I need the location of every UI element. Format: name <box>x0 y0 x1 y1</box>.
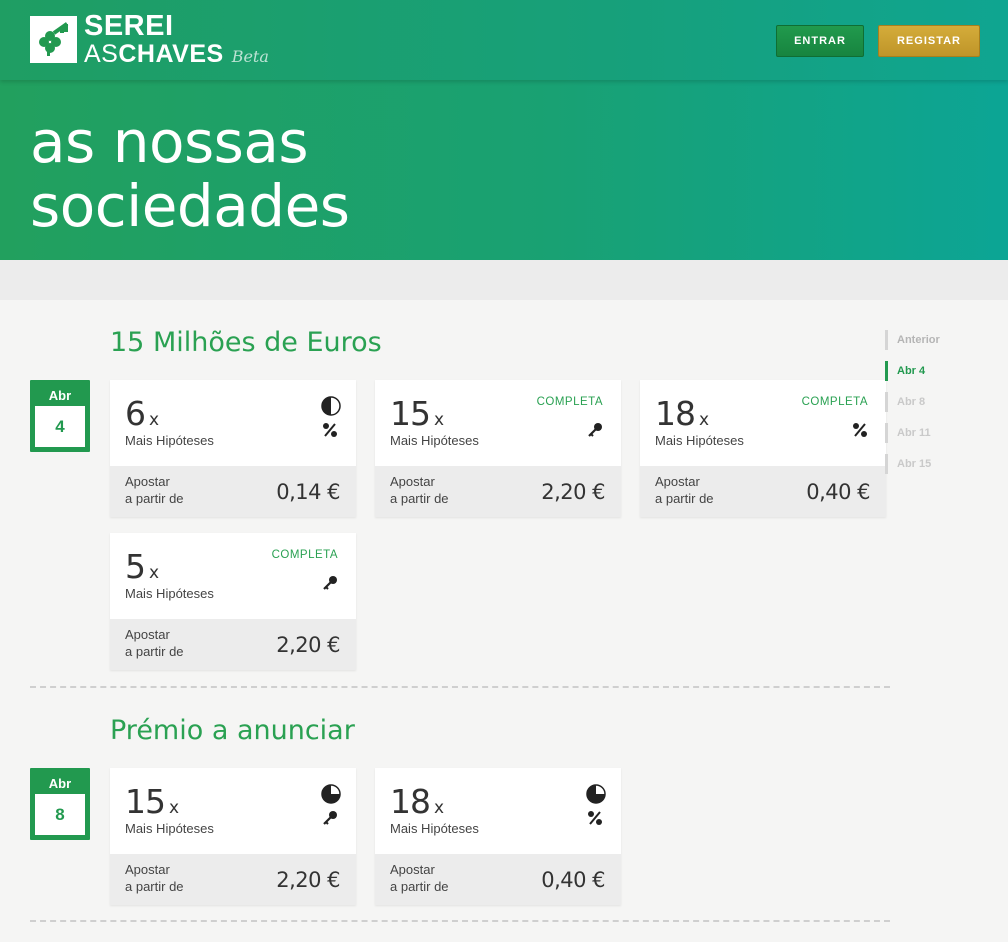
card-subtitle: Mais Hipóteses <box>390 433 479 448</box>
percent-icon <box>853 423 867 437</box>
price: 0,14 € <box>276 480 340 504</box>
section-title: Prémio a anunciar <box>110 715 355 746</box>
logo-line1: SEREI <box>84 10 174 42</box>
card-footer: Apostar a partir de 2,20 € <box>375 466 621 517</box>
half-pie-icon <box>321 396 341 416</box>
timeline-item-abr-15[interactable]: Abr 15 <box>885 454 975 474</box>
top-bar: SEREI ASCHAVES Beta ENTRAR REGISTAR <box>0 0 1008 80</box>
login-button[interactable]: ENTRAR <box>776 25 864 57</box>
logo-line2: ASCHAVES Beta <box>84 42 269 67</box>
status-badge: COMPLETA <box>271 549 338 561</box>
price: 2,20 € <box>276 633 340 657</box>
page-title: as nossas sociedades <box>30 108 350 240</box>
section-divider <box>30 920 890 922</box>
section-divider <box>30 686 890 688</box>
bet-from-label: Apostar a partir de <box>125 862 184 894</box>
card-footer: Apostar a partir de 0,14 € <box>110 466 356 517</box>
page-title-line1: as nossas <box>30 108 309 176</box>
hero-banner: as nossas sociedades <box>0 80 1008 260</box>
multiplier: 15 x <box>125 782 180 821</box>
bet-from-label: Apostar a partir de <box>655 474 714 506</box>
logo-beta: Beta <box>231 47 269 66</box>
card-footer: Apostar a partir de 0,40 € <box>375 854 621 905</box>
register-button[interactable]: REGISTAR <box>878 25 980 57</box>
multiplier: 18 x <box>655 394 710 433</box>
card-subtitle: Mais Hipóteses <box>125 821 214 836</box>
logo-as: AS <box>84 40 119 68</box>
three-quarter-pie-icon <box>586 784 606 804</box>
price: 0,40 € <box>541 868 605 892</box>
society-card[interactable]: 5x Mais Hipóteses COMPLETA Apostar a part… <box>110 533 356 670</box>
bet-from-label: Apostar a partir de <box>125 627 184 659</box>
timeline-item-abr-4[interactable]: Abr 4 <box>885 361 975 381</box>
card-subtitle: Mais Hipóteses <box>390 821 479 836</box>
society-card[interactable]: 18 x Mais Hipóteses COMPLETA Apostar a par… <box>640 380 886 517</box>
key-icon <box>323 576 337 590</box>
hero-strip <box>0 260 1008 300</box>
logo-chaves: CHAVES <box>118 40 224 68</box>
multiplier: 6x <box>125 394 160 433</box>
status-badge: COMPLETA <box>801 396 868 408</box>
date-badge: Abr 8 <box>30 768 90 840</box>
card-footer: Apostar a partir de 2,20 € <box>110 619 356 670</box>
multiplier: 15 x <box>390 394 445 433</box>
logo-wordmark[interactable]: SEREI ASCHAVES Beta <box>84 12 269 67</box>
date-day: 8 <box>35 794 85 835</box>
card-subtitle: Mais Hipóteses <box>655 433 744 448</box>
percent-icon <box>323 423 337 437</box>
bet-from-label: Apostar a partir de <box>390 862 449 894</box>
price: 0,40 € <box>806 480 870 504</box>
society-card[interactable]: 15 x Mais Hipóteses COMPLETA Apostar a par… <box>375 380 621 517</box>
date-badge: Abr 4 <box>30 380 90 452</box>
multiplier: 5x <box>125 547 160 586</box>
logo-clover-key-icon[interactable] <box>30 16 77 63</box>
date-day: 4 <box>35 406 85 447</box>
card-subtitle: Mais Hipóteses <box>125 586 214 601</box>
key-icon <box>588 423 602 437</box>
three-quarter-pie-icon <box>321 784 341 804</box>
date-month: Abr <box>48 776 72 791</box>
section-title: 15 Milhões de Euros <box>110 327 382 358</box>
date-month: Abr <box>48 388 72 403</box>
page-title-line2: sociedades <box>30 172 350 240</box>
timeline-item-abr-8[interactable]: Abr 8 <box>885 392 975 412</box>
bet-from-label: Apostar a partir de <box>125 474 184 506</box>
card-subtitle: Mais Hipóteses <box>125 433 214 448</box>
timeline-item-abr-11[interactable]: Abr 11 <box>885 423 975 443</box>
card-footer: Apostar a partir de 2,20 € <box>110 854 356 905</box>
percent-icon <box>588 811 602 825</box>
status-badge: COMPLETA <box>536 396 603 408</box>
society-card[interactable]: 15 x Mais Hipóteses Apostar a partir de 2,… <box>110 768 356 905</box>
multiplier: 18 x <box>390 782 445 821</box>
society-card[interactable]: 6x Mais Hipóteses Apostar a partir de 0,1… <box>110 380 356 517</box>
price: 2,20 € <box>276 868 340 892</box>
card-footer: Apostar a partir de 0,40 € <box>640 466 886 517</box>
society-card[interactable]: 18 x Mais Hipóteses Apostar a partir de 0,… <box>375 768 621 905</box>
key-icon <box>323 811 337 825</box>
price: 2,20 € <box>541 480 605 504</box>
bet-from-label: Apostar a partir de <box>390 474 449 506</box>
timeline-item-anterior[interactable]: Anterior <box>885 330 975 350</box>
